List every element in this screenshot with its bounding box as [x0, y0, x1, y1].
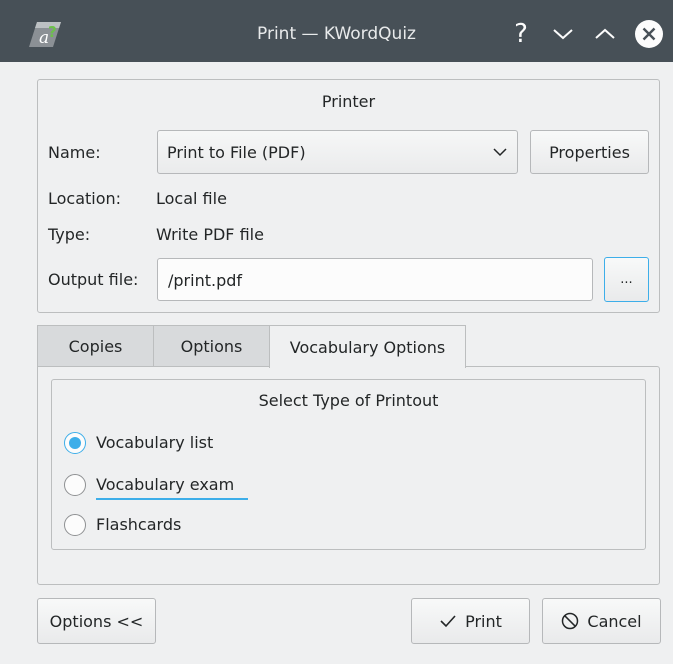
checkmark-icon [440, 615, 456, 628]
vocabulary-list-label[interactable]: Vocabulary list [96, 433, 213, 452]
output-file-value: /print.pdf [168, 271, 243, 290]
title-bar: a ? Print — KWordQuiz ? [0, 0, 673, 62]
chevron-down-icon [553, 29, 573, 40]
close-icon [635, 20, 663, 48]
focus-underline [96, 498, 248, 500]
maximize-button[interactable] [590, 19, 620, 49]
cancel-button[interactable]: Cancel [542, 598, 661, 644]
vocabulary-list-radio[interactable] [64, 432, 86, 454]
tab-copies[interactable]: Copies [37, 325, 154, 367]
minimize-button[interactable] [548, 19, 578, 49]
printer-name-value: Print to File (PDF) [167, 143, 306, 162]
location-value: Local file [156, 189, 227, 208]
printer-name-combobox[interactable]: Print to File (PDF) [157, 130, 518, 174]
vocabulary-exam-radio[interactable] [64, 474, 86, 496]
question-mark-icon: ? [514, 19, 528, 49]
output-file-label: Output file: [48, 270, 139, 289]
printer-group-title: Printer [321, 92, 376, 111]
close-button[interactable] [634, 19, 664, 49]
vocabulary-exam-label[interactable]: Vocabulary exam [96, 475, 234, 494]
type-label: Type: [48, 225, 91, 244]
name-label: Name: [48, 143, 101, 162]
help-button[interactable]: ? [506, 19, 536, 49]
print-button[interactable]: Print [411, 598, 530, 644]
options-toggle-button[interactable]: Options << [37, 598, 156, 644]
tab-vocabulary-options[interactable]: Vocabulary Options [269, 325, 466, 368]
tab-options[interactable]: Options [153, 325, 270, 367]
chevron-down-icon [493, 148, 507, 157]
flashcards-radio[interactable] [64, 514, 86, 536]
type-value: Write PDF file [156, 225, 264, 244]
cancel-icon [562, 612, 579, 630]
output-file-input[interactable]: /print.pdf [157, 258, 593, 301]
browse-button[interactable]: ... [604, 257, 649, 302]
printout-type-title: Select Type of Printout [258, 391, 439, 410]
properties-button[interactable]: Properties [530, 130, 649, 174]
chevron-up-icon [595, 28, 615, 39]
location-label: Location: [48, 189, 122, 208]
flashcards-label[interactable]: Flashcards [96, 515, 181, 534]
